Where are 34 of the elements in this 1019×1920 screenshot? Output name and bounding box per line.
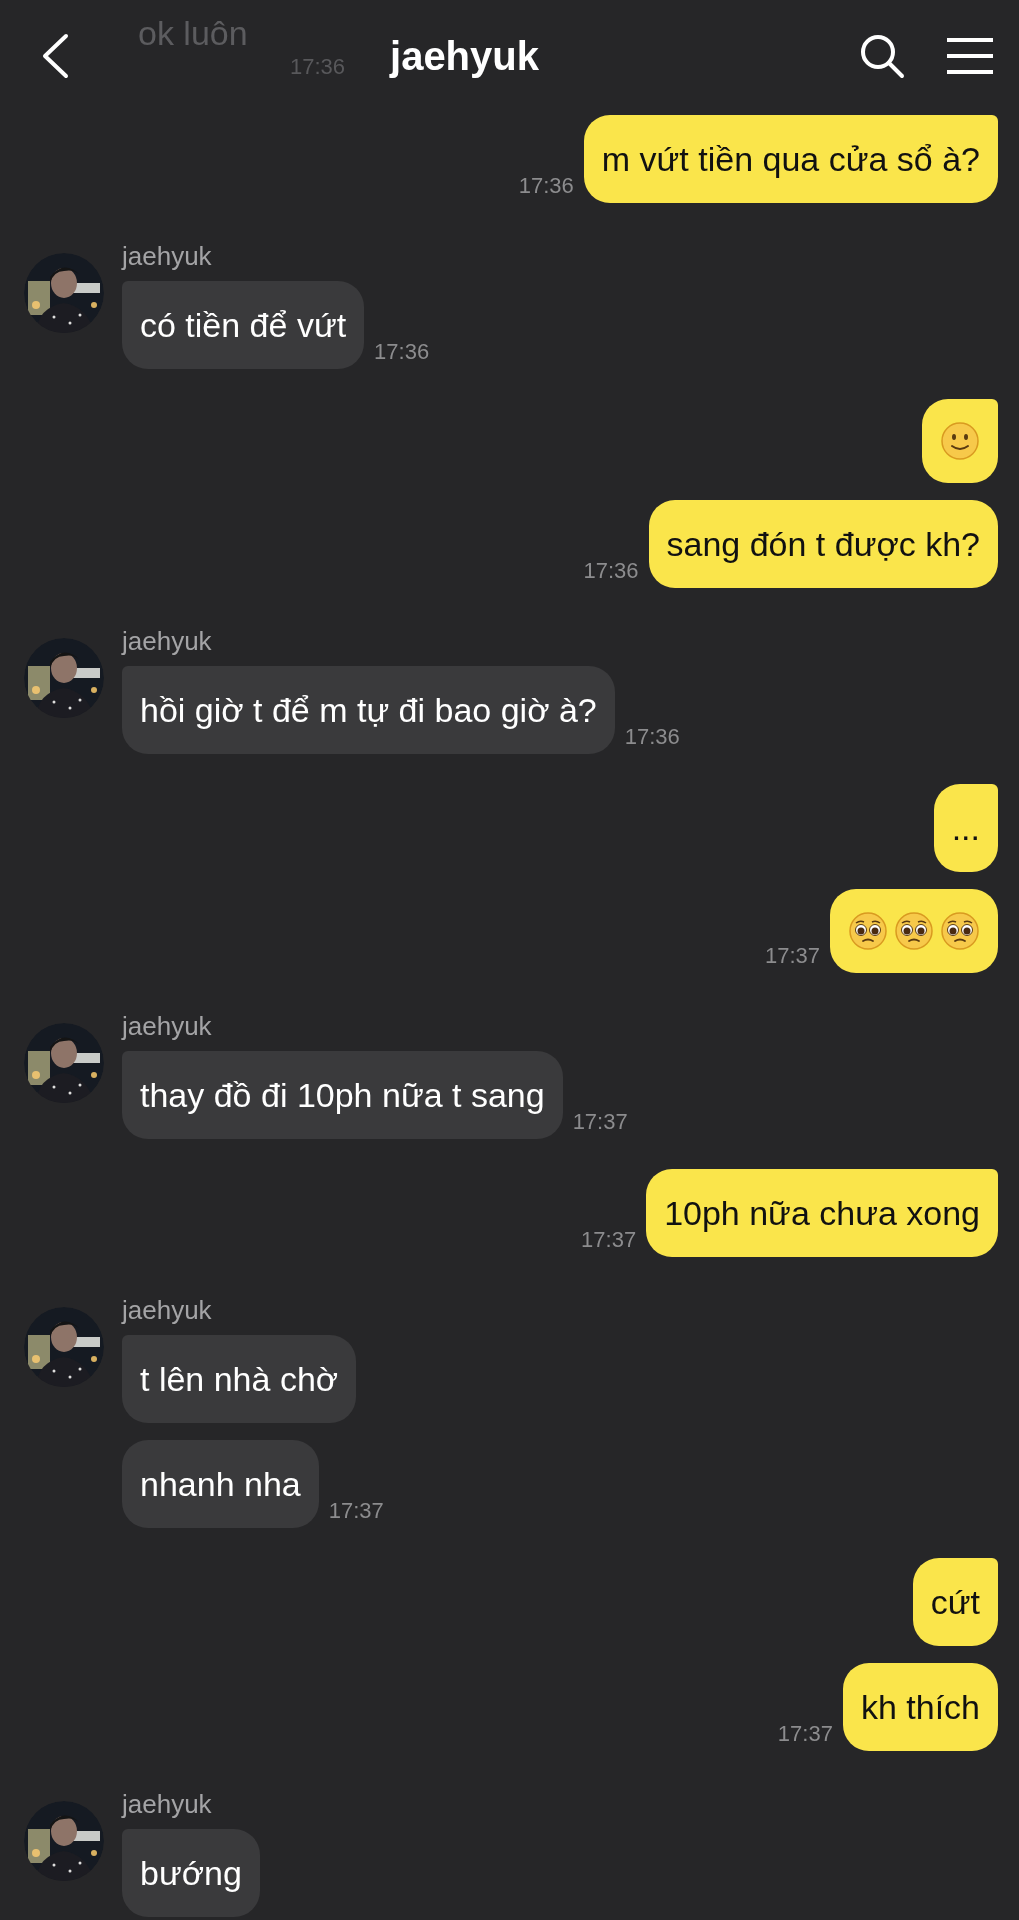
emoji-icon [894,911,934,951]
message-bubble: sang đón t được kh? [648,500,998,588]
message-bubble: m vứt tiền qua cửa sổ à? [583,115,998,203]
message-time: 17:36 [374,341,430,363]
sender-name: jaehyuk [122,1297,212,1323]
message-time: 17:37 [328,1500,384,1522]
message-bubble: nhanh nha [122,1440,319,1528]
message-bubble: bướng [122,1829,260,1917]
sender-name: jaehyuk [122,628,212,654]
message-bubble: ... [933,784,998,872]
menu-button[interactable] [945,37,995,75]
chat-title: jaehyuk [390,33,539,80]
emoji-icon [848,911,888,951]
message-bubble: hồi giờ t để m tự đi bao giờ à? [122,666,615,754]
sender-name: jaehyuk [122,1013,212,1039]
message-time: 17:36 [624,726,680,748]
sender-name: jaehyuk [122,243,212,269]
message-time: 17:37 [572,1111,628,1133]
sender-name: jaehyuk [122,1791,212,1817]
message-bubble: kh thích [842,1663,998,1751]
back-button[interactable] [40,33,70,79]
message-bubble: thay đồ đi 10ph nữa t sang [122,1051,563,1139]
emoji-icon [940,911,980,951]
message-time: 17:37 [764,945,820,967]
message-bubble: 10ph nữa chưa xong [646,1169,998,1257]
message-time: 17:36 [583,560,639,582]
message-bubble: t lên nhà chờ [122,1335,357,1423]
emoji-icon [940,421,980,461]
message-time: 17:37 [581,1229,637,1251]
search-button[interactable] [859,33,905,79]
message-bubble: cứt [912,1558,998,1646]
message-time: 17:36 [518,175,574,197]
message-time: 17:37 [777,1723,833,1745]
message-bubble: có tiền để vứt [122,281,365,369]
